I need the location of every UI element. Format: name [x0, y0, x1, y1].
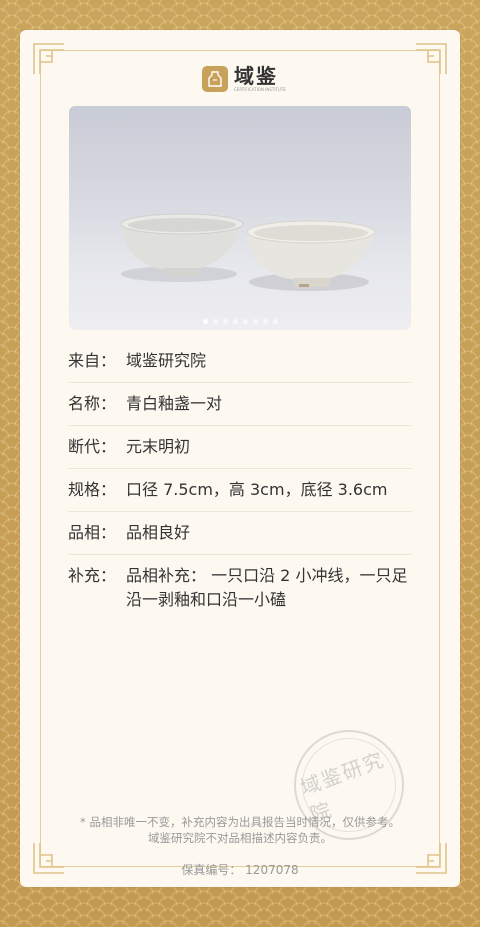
carousel-dot[interactable] [272, 319, 278, 324]
item-details-list: 来自： 域鉴研究院 名称： 青白釉盏一对 断代： 元末明初 规格： 口径 7.5… [68, 340, 412, 621]
brand-name: 域鉴 [234, 64, 278, 88]
detail-label: 补充： [68, 566, 117, 585]
detail-row-supplement: 补充： 品相补充： 一只口沿 2 小冲线，一只足沿一剥釉和口沿一小磕 [68, 555, 412, 621]
detail-row-name: 名称： 青白釉盏一对 [68, 383, 412, 426]
detail-value: 元末明初 [126, 437, 191, 456]
detail-value: 域鉴研究院 [126, 351, 207, 370]
detail-label: 名称： [68, 394, 117, 413]
carousel-indicator[interactable] [69, 319, 411, 324]
detail-row-dimensions: 规格： 口径 7.5cm，高 3cm，底径 3.6cm [68, 469, 412, 512]
disclaimer-note: * 品相非唯一不变，补充内容为出具报告当时情况，仅供参考。域鉴研究院不对品相描述… [80, 815, 400, 845]
carousel-dot[interactable] [222, 319, 228, 324]
carousel-dot[interactable] [262, 319, 268, 324]
detail-label: 断代： [68, 437, 117, 456]
carousel-dot[interactable] [212, 319, 218, 324]
carousel-dot[interactable] [232, 319, 238, 324]
item-photo-carousel[interactable] [69, 106, 411, 330]
detail-label: 品相： [68, 523, 117, 542]
detail-value: 品相补充： 一只口沿 2 小冲线，一只足沿一剥釉和口沿一小磕 [126, 566, 408, 609]
carousel-dot[interactable] [202, 319, 208, 324]
corner-ornament-icon [414, 42, 448, 76]
detail-label: 规格： [68, 480, 117, 499]
detail-row-source: 来自： 域鉴研究院 [68, 340, 412, 383]
detail-label: 来自： [68, 351, 117, 370]
detail-value: 口径 7.5cm，高 3cm，底径 3.6cm [126, 480, 388, 499]
bowls-photo [120, 213, 376, 291]
serial-number: 保真编号： 1207078 [181, 863, 299, 877]
detail-value: 青白釉盏一对 [126, 394, 223, 413]
certificate-card: 域鉴 CERTIFICATION INSTITUTE 来自： 域鉴研究院 名称：… [20, 30, 460, 887]
carousel-dot[interactable] [252, 319, 258, 324]
carousel-dot[interactable] [242, 319, 248, 324]
vase-logo-icon [202, 66, 228, 92]
corner-ornament-icon [32, 42, 66, 76]
brand-logo: 域鉴 CERTIFICATION INSTITUTE [202, 62, 292, 96]
detail-row-condition: 品相： 品相良好 [68, 512, 412, 555]
detail-row-dating: 断代： 元末明初 [68, 426, 412, 469]
detail-value: 品相良好 [126, 523, 191, 542]
brand-tagline: CERTIFICATION INSTITUTE [234, 87, 286, 92]
